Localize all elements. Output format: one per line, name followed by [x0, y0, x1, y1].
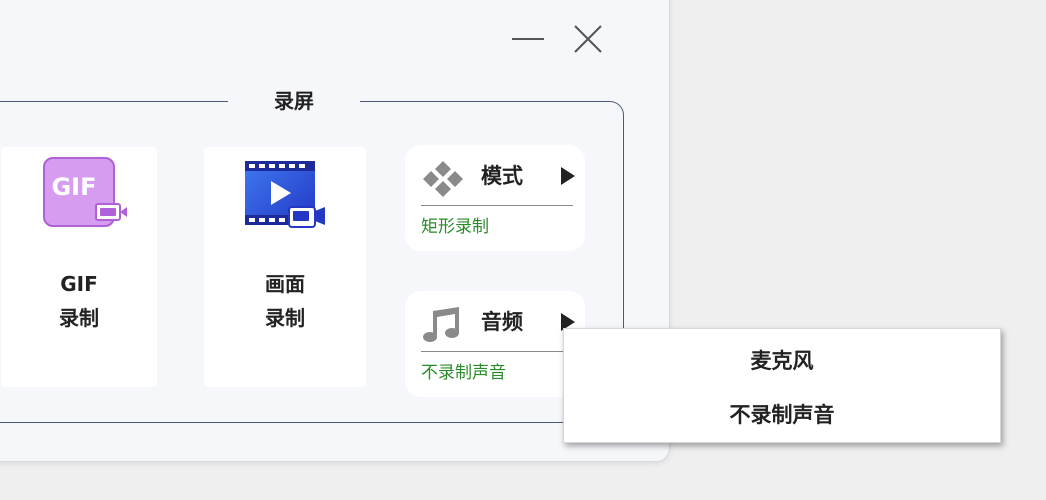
- audio-value: 不录制声音: [421, 363, 506, 383]
- screen-record-tile[interactable]: 画面 录制: [204, 147, 366, 387]
- camera-icon: [95, 203, 127, 221]
- mode-value: 矩形录制: [421, 217, 489, 237]
- diamond-grid-icon: [423, 161, 463, 197]
- minimize-icon: [512, 38, 544, 40]
- close-icon: [574, 25, 602, 53]
- divider: [421, 205, 573, 206]
- gif-record-tile[interactable]: GIF GIF 录制: [1, 147, 157, 387]
- menu-item-no-audio[interactable]: 不录制声音: [564, 387, 1000, 441]
- video-record-icon: [245, 161, 325, 228]
- gif-record-icon: GIF: [43, 157, 127, 227]
- audio-card: 音频 不录制声音: [405, 291, 585, 397]
- mode-selector[interactable]: 模式: [405, 145, 585, 205]
- mode-label: 模式: [481, 164, 523, 188]
- group-title: 录屏: [228, 88, 360, 114]
- divider: [421, 351, 573, 352]
- menu-item-microphone[interactable]: 麦克风: [564, 333, 1000, 387]
- mode-card: 模式 矩形录制: [405, 145, 585, 251]
- close-button[interactable]: [568, 19, 608, 59]
- audio-label: 音频: [481, 310, 523, 334]
- audio-selector[interactable]: 音频: [405, 291, 585, 351]
- screen-record-label: 画面 录制: [265, 272, 305, 330]
- audio-dropdown-menu: 麦克风 不录制声音: [563, 328, 1001, 443]
- gif-record-label: GIF 录制: [59, 272, 99, 330]
- music-note-icon: [423, 307, 459, 342]
- mode-arrow-icon: [561, 167, 575, 185]
- minimize-button[interactable]: [508, 19, 548, 59]
